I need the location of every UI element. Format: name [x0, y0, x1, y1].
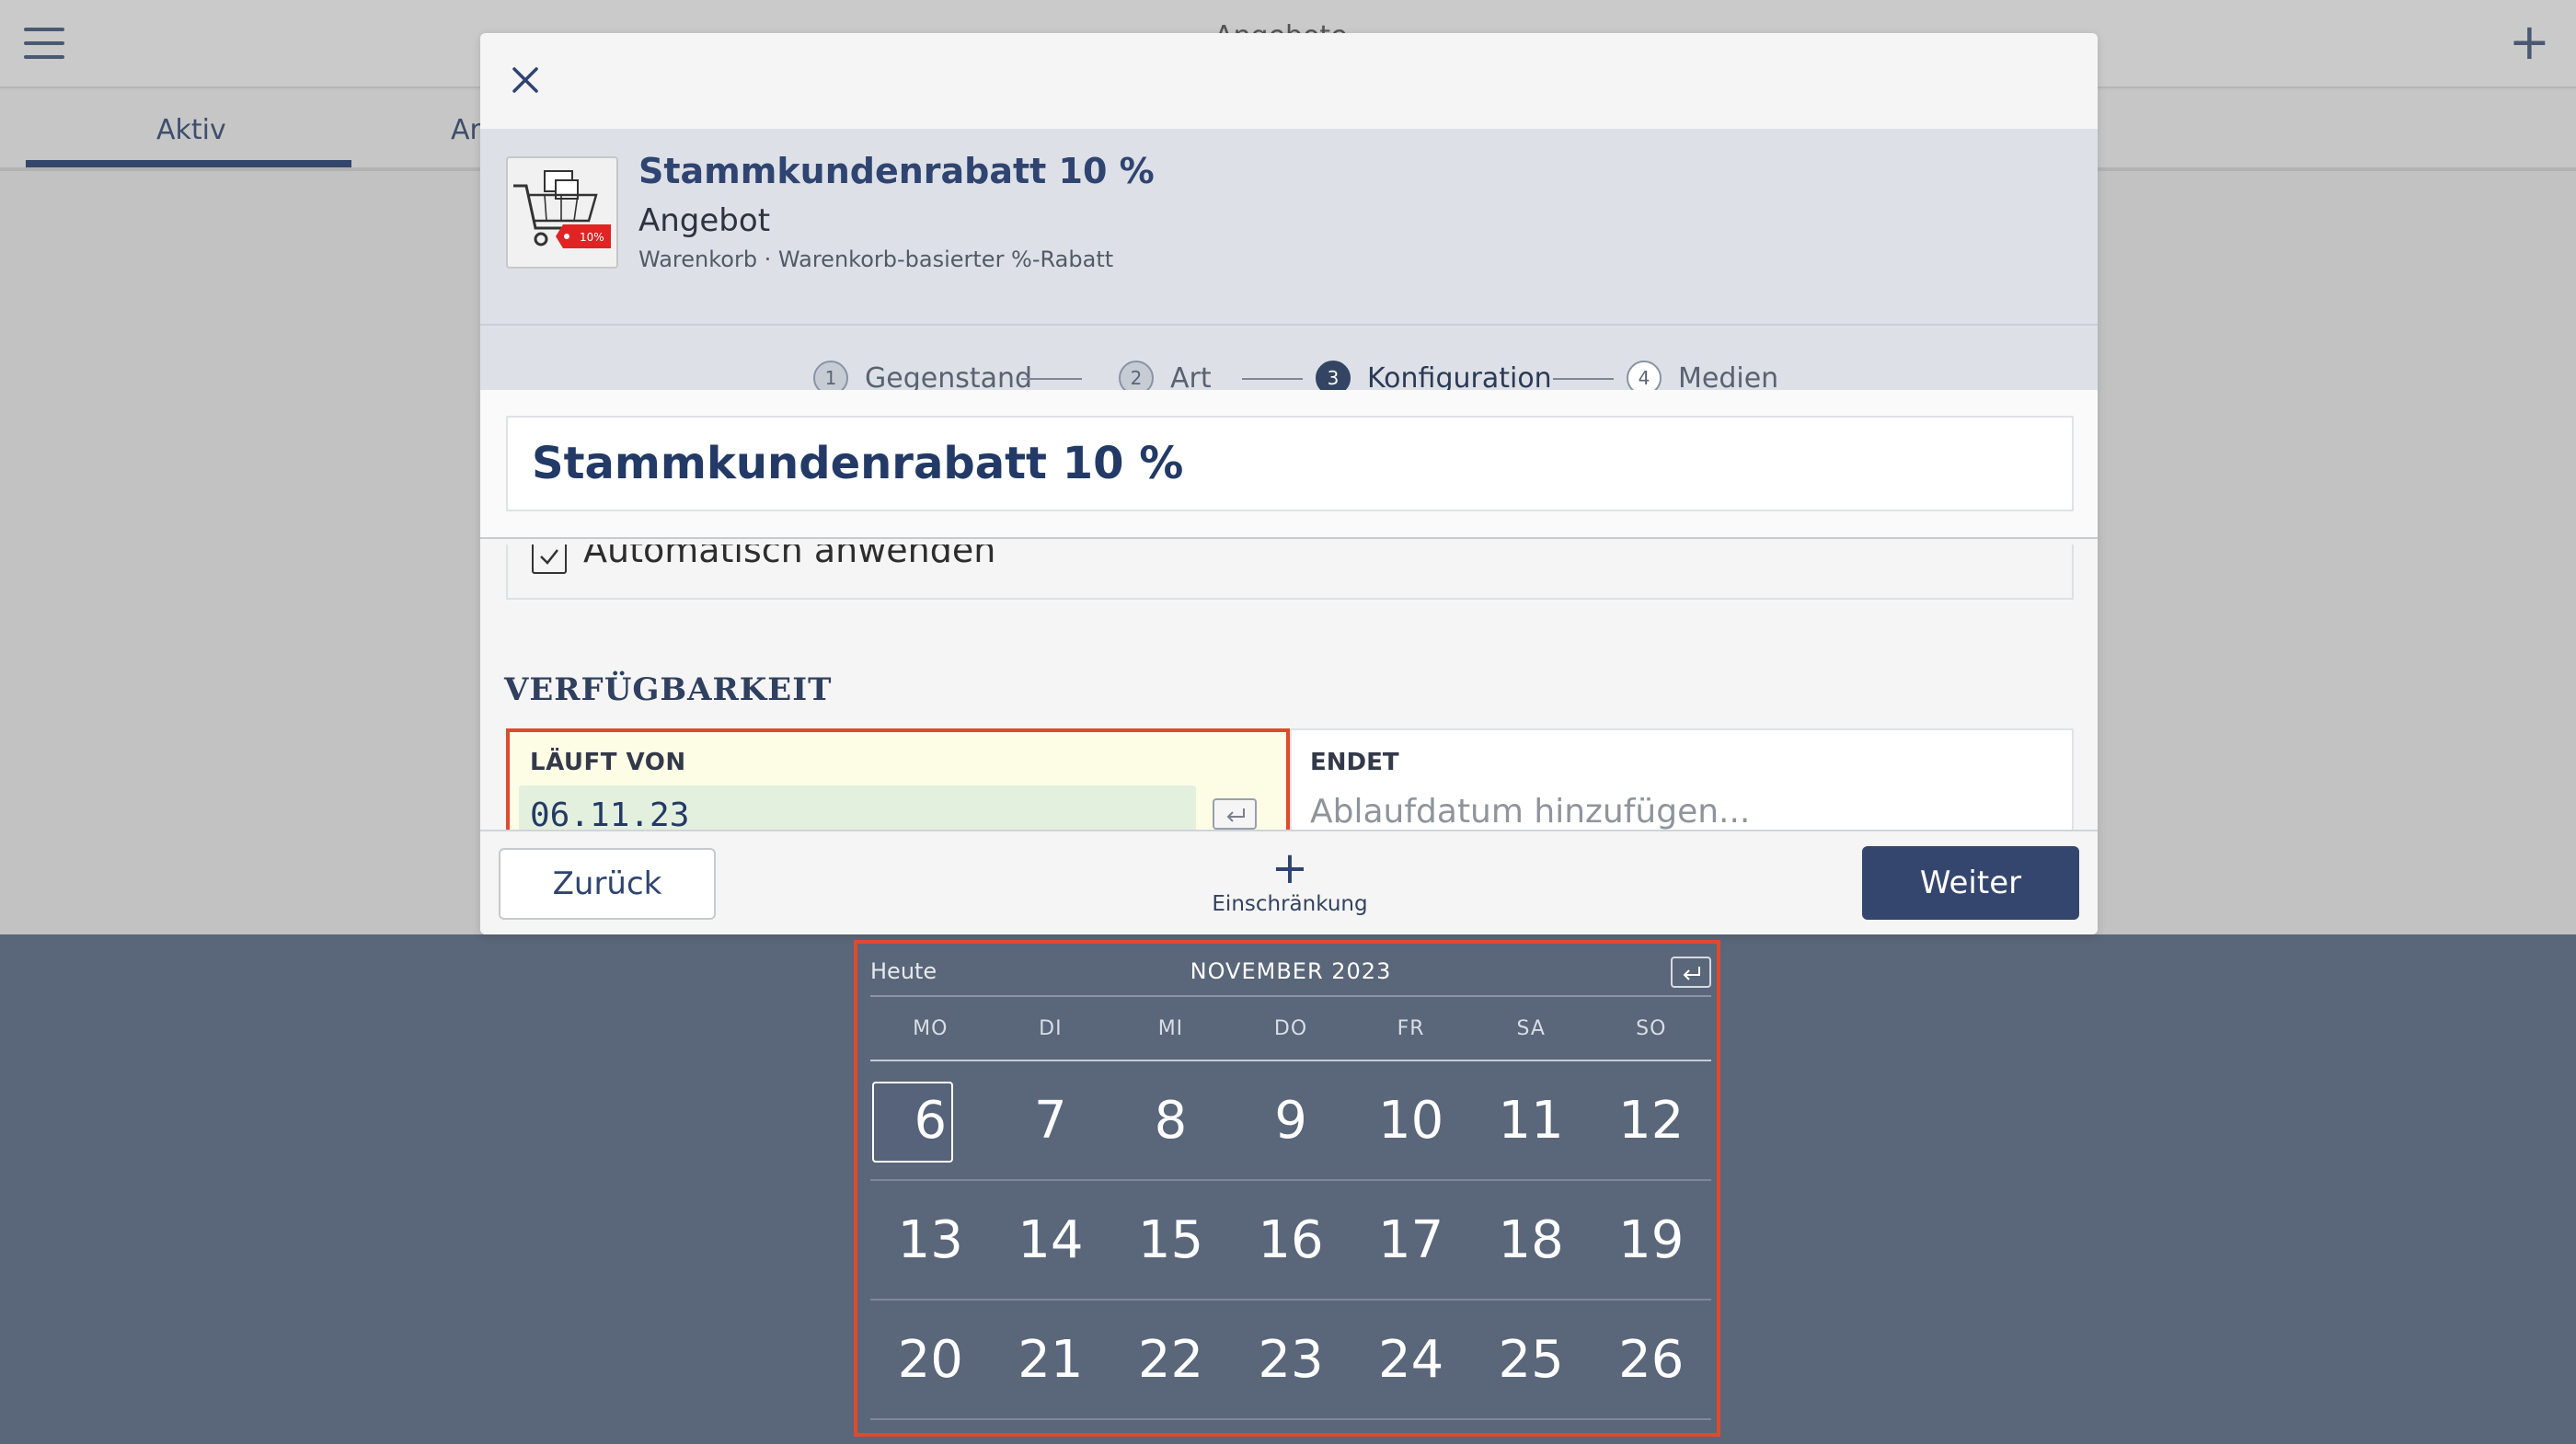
offer-modal: 10% Stammkundenrabatt 10 % Angebot Waren…: [480, 33, 2098, 934]
day-cell[interactable]: 9: [1231, 1061, 1351, 1179]
add-restriction-label: Einschränkung: [1212, 892, 1368, 916]
day-number: 9: [1274, 1090, 1307, 1151]
day-number: 12: [1618, 1090, 1685, 1151]
back-button[interactable]: Zurück: [499, 848, 716, 920]
close-icon[interactable]: [506, 61, 545, 99]
day-number: 15: [1137, 1209, 1204, 1270]
week-row: 6 7 8 9 10 11 12: [870, 1061, 1711, 1181]
day-cell[interactable]: 13: [870, 1181, 991, 1299]
day-number: 16: [1258, 1209, 1324, 1270]
day-cell[interactable]: 19: [1591, 1181, 1711, 1299]
enter-icon[interactable]: [1671, 957, 1711, 988]
day-number: 19: [1618, 1209, 1685, 1270]
weekday-label: DI: [1039, 1017, 1063, 1040]
weekday-label: MO: [913, 1017, 949, 1040]
enter-icon[interactable]: [1213, 798, 1257, 830]
month-label: NOVEMBER 2023: [1190, 958, 1392, 984]
day-cell[interactable]: 8: [1110, 1061, 1231, 1179]
day-number: 8: [1154, 1090, 1188, 1151]
day-cell[interactable]: 12: [1591, 1061, 1711, 1179]
end-date-input[interactable]: Ablaufdatum hinzufügen...: [1310, 793, 1750, 831]
auto-apply-label: Automatisch anwenden: [583, 544, 996, 570]
day-cell[interactable]: 26: [1591, 1301, 1711, 1418]
modal-topbar: [480, 33, 2098, 129]
day-cell[interactable]: 23: [1231, 1301, 1351, 1418]
day-cell[interactable]: 14: [991, 1181, 1111, 1299]
day-grid: 6 7 8 9 10 11 12 13 14 15 16 17 18 19 20…: [870, 1061, 1711, 1420]
weekday-label: SO: [1636, 1017, 1667, 1040]
day-cell[interactable]: 17: [1351, 1181, 1471, 1299]
day-number: 22: [1137, 1329, 1204, 1390]
plus-icon: +: [1271, 842, 1309, 894]
day-cell[interactable]: 7: [991, 1061, 1111, 1179]
day-number: 10: [1377, 1090, 1444, 1151]
day-cell[interactable]: 11: [1471, 1061, 1592, 1179]
add-icon[interactable]: +: [2509, 17, 2550, 68]
tab-aktiv[interactable]: Aktiv: [156, 114, 226, 146]
tab-archiv[interactable]: Ar: [451, 114, 481, 146]
weekday-label: MI: [1157, 1017, 1184, 1040]
step-connector: [1242, 378, 1303, 380]
day-number: 13: [897, 1209, 963, 1270]
day-cell[interactable]: 22: [1110, 1301, 1231, 1418]
day-cell[interactable]: 15: [1110, 1181, 1231, 1299]
start-date-value: 06.11.23: [530, 796, 690, 834]
start-date-label: LÄUFT VON: [530, 749, 686, 776]
modal-footer: Zurück + Einschränkung Weiter: [480, 830, 2098, 934]
auto-apply-row[interactable]: Automatisch anwenden: [506, 544, 2074, 600]
day-number: 25: [1498, 1329, 1564, 1390]
day-cell[interactable]: 16: [1231, 1181, 1351, 1299]
discount-badge-text: 10%: [580, 231, 604, 244]
weekday-label: FR: [1397, 1017, 1425, 1040]
day-number: 26: [1618, 1329, 1685, 1390]
offer-header: 10% Stammkundenrabatt 10 % Angebot Waren…: [480, 129, 2098, 326]
day-cell[interactable]: 20: [870, 1301, 991, 1418]
day-number: 7: [1034, 1090, 1067, 1151]
day-number: 21: [1018, 1329, 1084, 1390]
date-picker: Heute NOVEMBER 2023 MO DI MI DO FR SA SO…: [854, 940, 1720, 1437]
weekday-label: DO: [1273, 1017, 1308, 1040]
weekday-header: MO DI MI DO FR SA SO: [870, 1017, 1711, 1061]
step-connector: [1021, 378, 1082, 380]
day-number: 23: [1258, 1329, 1324, 1390]
name-field-panel: Stammkundenrabatt 10 %: [480, 390, 2098, 539]
day-number: 6: [914, 1090, 948, 1151]
day-number: 17: [1377, 1209, 1444, 1270]
offer-name-input[interactable]: Stammkundenrabatt 10 %: [506, 416, 2074, 511]
week-row: 20 21 22 23 24 25 26: [870, 1301, 1711, 1420]
day-cell[interactable]: 24: [1351, 1301, 1471, 1418]
add-restriction-button[interactable]: + Einschränkung: [1207, 842, 1373, 922]
day-cell[interactable]: 10: [1351, 1061, 1471, 1179]
offer-title: Stammkundenrabatt 10 %: [638, 151, 1155, 191]
day-cell[interactable]: 18: [1471, 1181, 1592, 1299]
auto-apply-checkbox[interactable]: [532, 544, 567, 574]
shopping-cart-icon: 10%: [506, 156, 618, 269]
step-connector: [1553, 378, 1614, 380]
day-cell[interactable]: 25: [1471, 1301, 1592, 1418]
offer-type: Angebot: [638, 202, 771, 239]
weekday-label: SA: [1516, 1017, 1546, 1040]
menu-icon[interactable]: [24, 28, 64, 59]
date-picker-header: Heute NOVEMBER 2023: [870, 953, 1711, 997]
week-row: 13 14 15 16 17 18 19: [870, 1181, 1711, 1301]
day-cell[interactable]: 21: [991, 1301, 1111, 1418]
active-tab-indicator: [26, 160, 351, 167]
day-number: 18: [1498, 1209, 1564, 1270]
next-button[interactable]: Weiter: [1862, 846, 2079, 920]
day-number: 24: [1377, 1329, 1444, 1390]
day-number: 20: [897, 1329, 963, 1390]
offer-category: Warenkorb · Warenkorb-basierter %-Rabatt: [638, 246, 1114, 272]
day-number: 11: [1498, 1090, 1564, 1151]
availability-heading: VERFÜGBARKEIT: [504, 671, 833, 708]
end-date-label: ENDET: [1310, 749, 1399, 776]
offer-name-value: Stammkundenrabatt 10 %: [532, 438, 1184, 489]
day-number: 14: [1018, 1209, 1084, 1270]
day-cell-selected[interactable]: 6: [870, 1061, 991, 1179]
